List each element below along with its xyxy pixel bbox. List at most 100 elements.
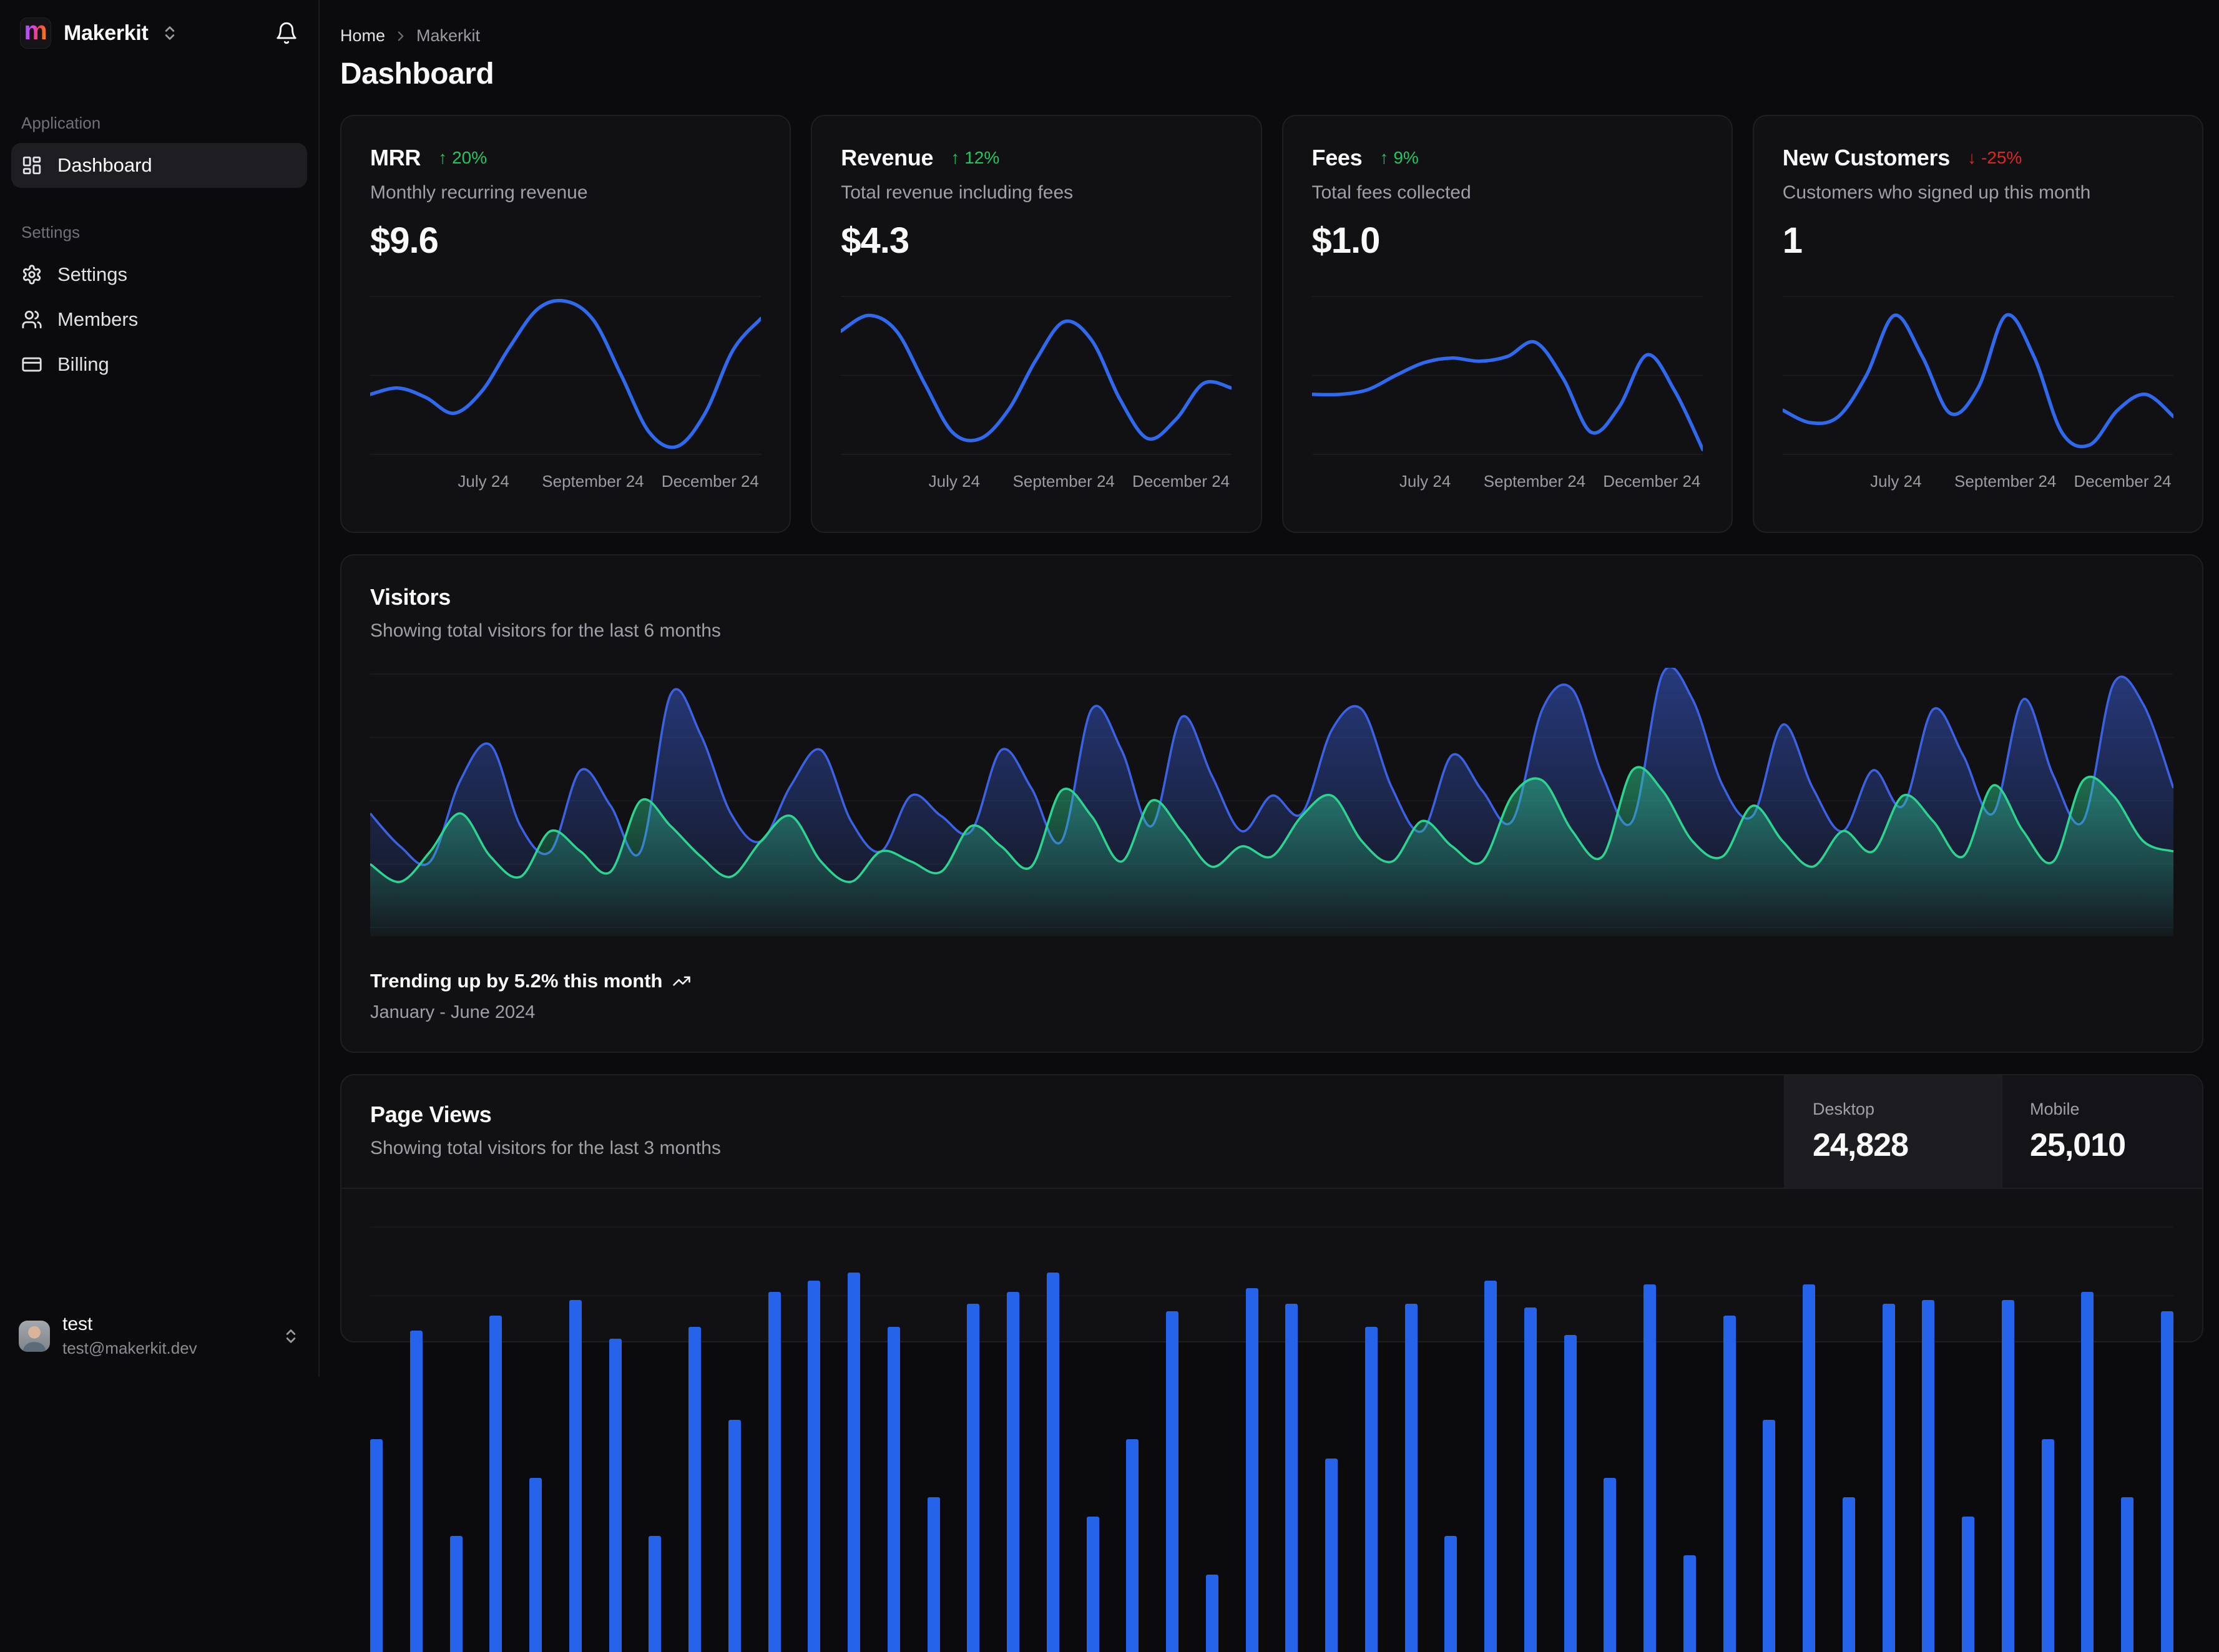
sidebar-item-members[interactable]: Members [11,297,307,342]
sidebar-header: m Makerkit [11,17,307,49]
sidebar-item-settings[interactable]: Settings [11,252,307,297]
arrow-up-icon: ↑ [951,148,959,168]
bar [928,1497,940,1652]
sidebar-item-label: Dashboard [57,154,152,177]
line-chart [370,290,761,459]
toggle-value: 25,010 [2030,1127,2202,1164]
bar [1524,1307,1537,1652]
stat-card-value: $1.0 [1312,220,1703,261]
sidebar: m Makerkit Application Dashboard Setting… [0,0,320,1377]
logo-letter: m [24,19,47,47]
visitors-panel: Visitors Showing total visitors for the … [340,554,2203,1053]
bar [1126,1439,1139,1652]
user-menu[interactable]: test test@makerkit.dev [11,1314,307,1358]
toggle-desktop[interactable]: Desktop 24,828 [1784,1075,2001,1188]
dashboard-icon [21,155,42,176]
breadcrumb: Home Makerkit [340,26,2203,46]
sparkline-chart: July 24 September 24 December 24 [1312,290,1703,496]
breadcrumb-current: Makerkit [416,26,480,46]
bar [2081,1292,2094,1652]
bar [450,1536,463,1652]
bar [1723,1316,1736,1652]
bar-chart [370,1189,2173,1652]
stat-card-mrr: MRR ↑ 20% Monthly recurring revenue $9.6… [340,115,791,533]
x-tick: December 24 [1132,472,1230,491]
x-tick: September 24 [1954,472,2056,491]
page-views-title: Page Views [370,1102,1755,1128]
bar [1763,1420,1775,1652]
user-name: test [62,1314,197,1335]
x-tick: July 24 [458,472,509,491]
sidebar-item-label: Billing [57,353,109,376]
bar [768,1292,781,1652]
visitors-footer: Trending up by 5.2% this month January -… [370,970,2173,1023]
bar [1246,1288,1258,1652]
workspace-switcher-chevrons-icon[interactable] [161,24,179,42]
notifications-bell-icon[interactable] [275,21,298,45]
bar [1087,1517,1099,1652]
sparkline-chart: July 24 September 24 December 24 [370,290,761,496]
x-tick: September 24 [1013,472,1115,491]
x-axis-labels: July 24 September 24 December 24 [1312,469,1703,496]
bar [808,1281,820,1652]
bar [2002,1300,2014,1652]
user-meta: test test@makerkit.dev [62,1314,197,1358]
nav-group-settings: Settings [11,223,307,242]
sparkline-chart: July 24 September 24 December 24 [1783,290,2173,496]
trend-value: 9% [1393,148,1418,168]
trend-badge: ↑ 12% [951,148,999,168]
main-content: Home Makerkit Dashboard MRR ↑ 20% Monthl… [320,0,2219,1377]
gear-icon [21,264,42,285]
bar [1883,1304,1895,1652]
visitors-trend-text: Trending up by 5.2% this month [370,970,662,992]
credit-card-icon [21,354,42,375]
stat-card-new-customers: New Customers ↓ -25% Customers who signe… [1753,115,2203,533]
stat-card-title: MRR [370,145,421,171]
bar [410,1331,423,1652]
sidebar-item-label: Members [57,308,138,331]
bar [1604,1478,1616,1652]
bar [688,1327,701,1652]
bar [2042,1439,2054,1652]
avatar [19,1321,50,1352]
sidebar-item-billing[interactable]: Billing [11,342,307,387]
bar [569,1300,582,1652]
x-tick: December 24 [1603,472,1700,491]
nav-group-application: Application [11,114,307,133]
toggle-value: 24,828 [1813,1127,2001,1164]
toggle-mobile[interactable]: Mobile 25,010 [2001,1075,2202,1188]
sidebar-nav: Application Dashboard Settings Settings … [11,114,307,387]
sidebar-item-dashboard[interactable]: Dashboard [11,143,307,188]
users-icon [21,309,42,330]
workspace-name: Makerkit [64,21,149,46]
bar [1206,1575,1218,1652]
bar [649,1536,661,1652]
breadcrumb-home-link[interactable]: Home [340,26,385,46]
arrow-up-icon: ↑ [438,148,447,168]
sparkline-chart: July 24 September 24 December 24 [841,290,1232,496]
bar [529,1478,542,1652]
bar [1643,1284,1656,1652]
stat-cards-row: MRR ↑ 20% Monthly recurring revenue $9.6… [340,115,2203,533]
stat-card-title: Revenue [841,145,933,171]
x-axis-labels: July 24 September 24 December 24 [841,469,1232,496]
trend-value: -25% [1981,148,2022,168]
user-menu-chevrons-icon [282,1327,300,1345]
bar [1047,1273,1059,1652]
trending-up-icon [672,972,691,990]
bar [1166,1311,1178,1652]
bar [1444,1536,1457,1652]
bar [1007,1292,1019,1652]
stat-card-title: Fees [1312,145,1363,171]
bar [1922,1300,1934,1652]
line-chart [1312,290,1703,459]
x-axis-labels: July 24 September 24 December 24 [370,469,761,496]
bar [728,1420,741,1652]
page-title: Dashboard [340,57,2203,91]
x-tick: September 24 [542,472,644,491]
x-tick: July 24 [1399,472,1451,491]
bar [1365,1327,1378,1652]
line-chart [841,290,1232,459]
x-tick: December 24 [662,472,759,491]
area-chart [370,668,2173,936]
